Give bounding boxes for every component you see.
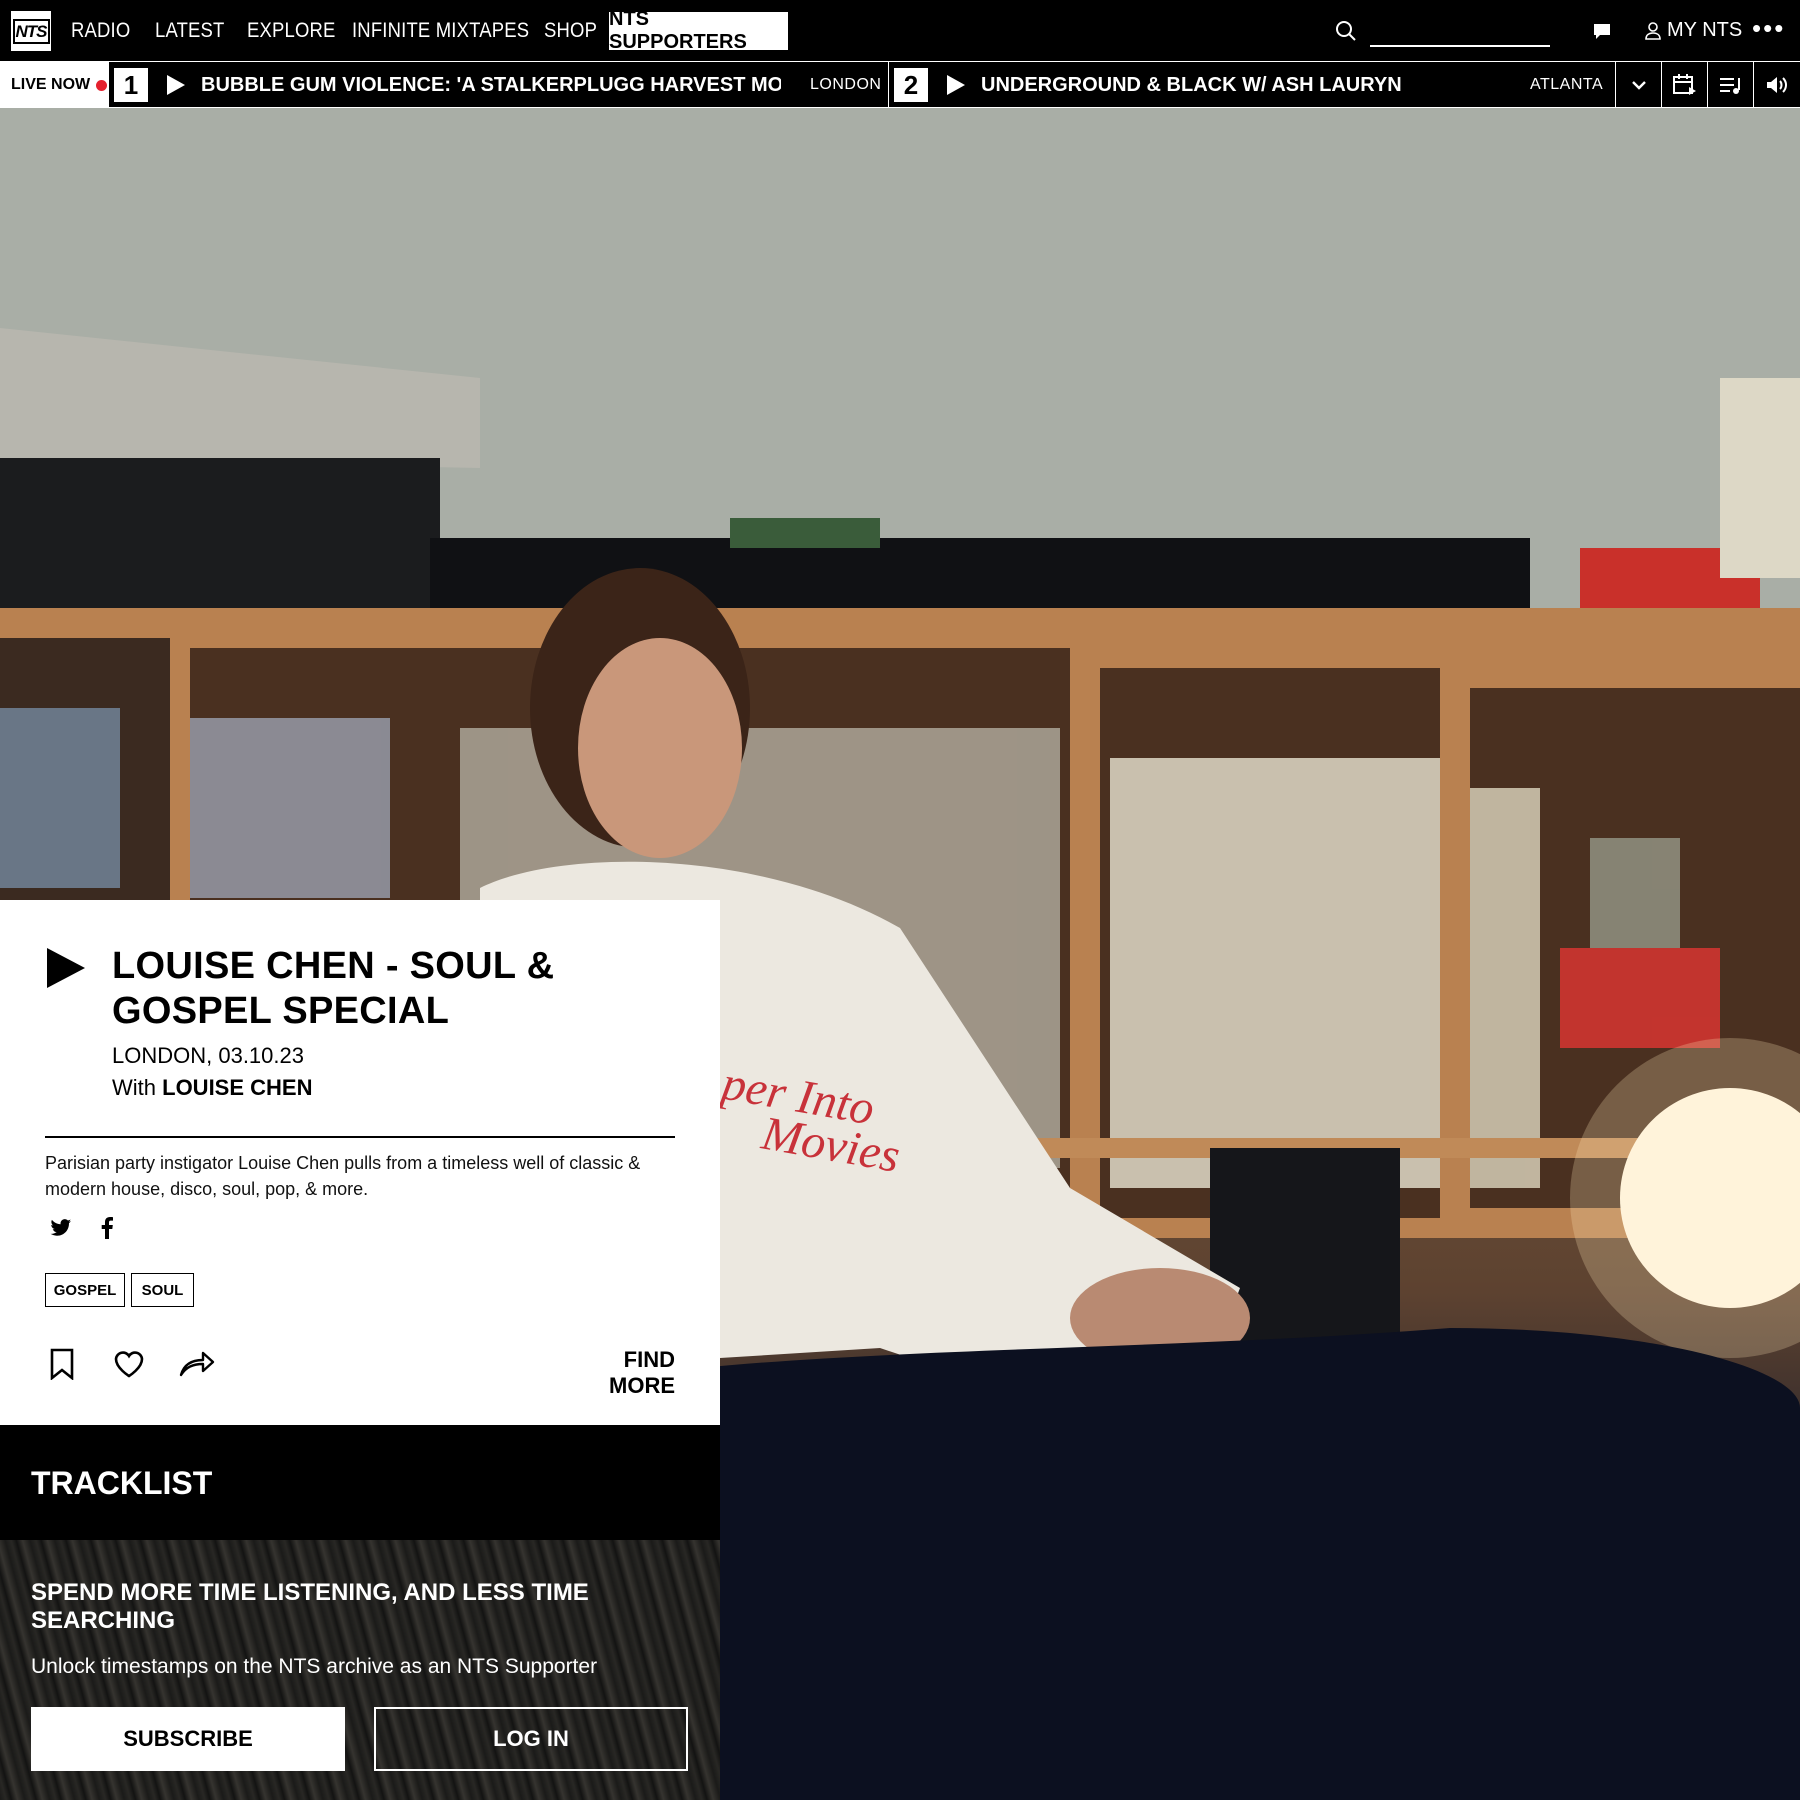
channel-2-show-title[interactable]: UNDERGROUND & BLACK W/ ASH LAURYN xyxy=(981,62,1421,108)
episode-title: LOUISE CHEN - SOUL & GOSPEL SPECIAL xyxy=(112,945,555,1032)
my-nts-link[interactable]: MY NTS xyxy=(1645,0,1742,61)
search-input[interactable] xyxy=(1370,45,1550,47)
channel-1-show-title[interactable]: BUBBLE GUM VIOLENCE: 'A STALKERPLUGG HAR… xyxy=(201,62,781,108)
channel-2-number[interactable]: 2 xyxy=(894,68,928,102)
episode-description: Parisian party instigator Louise Chen pu… xyxy=(45,1153,641,1199)
nav-item-infinite-mixtapes[interactable]: INFINITE MIXTAPES xyxy=(352,0,529,61)
host-prefix: With xyxy=(112,1075,156,1100)
channel-2-city: ATLANTA xyxy=(1530,76,1604,93)
login-button[interactable]: LOG IN xyxy=(374,1707,688,1771)
episode-host-line: With LOUISE CHEN xyxy=(112,1075,312,1101)
volume-icon[interactable] xyxy=(1754,62,1800,108)
top-navigation: NTS RADIO LATEST EXPLORE INFINITE MIXTAP… xyxy=(0,0,1800,61)
live-now-text: LIVE NOW xyxy=(11,76,91,93)
bookmark-icon[interactable] xyxy=(49,1348,75,1380)
supporter-promo: SPEND MORE TIME LISTENING, AND LESS TIME… xyxy=(0,1540,720,1800)
live-bar: LIVE NOW 1 BUBBLE GUM VIOLENCE: 'A STALK… xyxy=(0,61,1800,108)
channel-1-city: LONDON xyxy=(810,76,882,93)
tag-soul[interactable]: SOUL xyxy=(131,1273,194,1307)
channel-1-play-icon[interactable] xyxy=(167,75,185,95)
tracklist-title: TRACKLIST xyxy=(31,1465,213,1501)
channel-2-play-icon[interactable] xyxy=(947,75,965,95)
promo-text: Unlock timestamps on the NTS archive as … xyxy=(31,1655,598,1678)
facebook-icon[interactable] xyxy=(100,1217,114,1239)
channel-divider xyxy=(888,62,889,108)
episode-info-panel: LOUISE CHEN - SOUL & GOSPEL SPECIAL LOND… xyxy=(0,900,720,1425)
live-now-label: LIVE NOW xyxy=(0,62,109,108)
my-nts-label: MY NTS xyxy=(1667,19,1743,41)
nts-logo[interactable]: NTS xyxy=(11,11,51,51)
search-icon[interactable] xyxy=(1335,20,1357,42)
schedule-calendar-icon[interactable] xyxy=(1662,62,1708,108)
channel-1-number[interactable]: 1 xyxy=(114,68,148,102)
tracklist-header: TRACKLIST xyxy=(0,1425,720,1540)
promo-heading: SPEND MORE TIME LISTENING, AND LESS TIME… xyxy=(31,1579,589,1634)
live-indicator-dot xyxy=(96,79,108,91)
panel-divider xyxy=(45,1136,675,1138)
nav-item-explore[interactable]: EXPLORE xyxy=(247,0,336,61)
chat-icon[interactable] xyxy=(1592,21,1612,41)
nts-supporters-button[interactable]: NTS SUPPORTERS xyxy=(609,8,788,53)
user-icon xyxy=(1645,21,1661,40)
episode-location-date: LONDON, 03.10.23 xyxy=(112,1043,304,1068)
host-name-link[interactable]: LOUISE CHEN xyxy=(162,1075,312,1100)
more-menu-icon[interactable]: ••• xyxy=(1752,15,1783,42)
subscribe-button[interactable]: SUBSCRIBE xyxy=(31,1707,345,1771)
nav-item-shop[interactable]: SHOP xyxy=(544,0,597,61)
episode-play-button[interactable] xyxy=(47,948,85,988)
playlist-icon[interactable] xyxy=(1708,62,1754,108)
nav-item-radio[interactable]: RADIO xyxy=(71,0,130,61)
expand-chevron-icon[interactable] xyxy=(1616,62,1662,108)
find-more-button[interactable]: FIND MORE xyxy=(560,1347,675,1399)
logo-text: NTS xyxy=(12,18,50,44)
nav-item-latest[interactable]: LATEST xyxy=(155,0,225,61)
share-icon[interactable] xyxy=(179,1348,215,1378)
twitter-icon[interactable] xyxy=(50,1218,72,1238)
heart-icon[interactable] xyxy=(113,1349,145,1379)
tag-gospel[interactable]: GOSPEL xyxy=(45,1273,125,1307)
